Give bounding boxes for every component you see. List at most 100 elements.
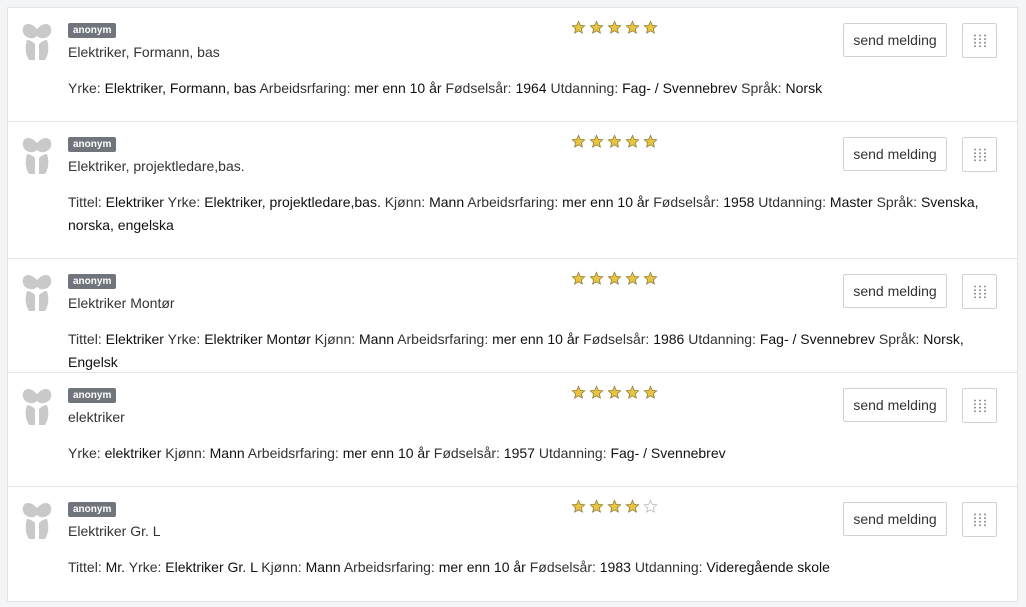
detail-value: Fag- / Svennebrev (610, 445, 726, 461)
candidate-headline[interactable]: elektriker (68, 409, 125, 425)
detail-label: Arbeidsrfaring: (467, 194, 559, 210)
detail-value: mer enn 10 år (342, 445, 430, 461)
detail-label: Utdanning: (634, 559, 703, 575)
star-rating (571, 385, 658, 400)
detail-label: Arbeidsrfaring: (259, 80, 351, 96)
detail-label: Språk: (741, 80, 782, 96)
detail-label: Fødselsår: (653, 194, 720, 210)
send-message-button[interactable]: send melding (843, 388, 947, 422)
detail-value: Fag- / Svennebrev (759, 331, 876, 347)
detail-value: elektriker (104, 445, 162, 461)
avatar-placeholder-icon (22, 273, 52, 313)
candidate-details: Yrke: Elektriker, Formann, bas Arbeidsrf… (68, 77, 1003, 100)
detail-value: Fag- / Svennebrev (622, 80, 738, 96)
star-filled-icon (625, 385, 640, 400)
detail-value: Elektriker Montør (204, 331, 311, 347)
send-message-button[interactable]: send melding (843, 502, 947, 536)
candidate-list: anonym Elektriker, Formann, bas send meldi… (7, 7, 1018, 602)
detail-label: Yrke: (128, 559, 162, 575)
detail-label: Fødselsår: (529, 559, 596, 575)
send-message-button[interactable]: send melding (843, 137, 947, 171)
detail-value: Elektriker, Formann, bas (104, 80, 257, 96)
detail-value: Mr. (105, 559, 126, 575)
detail-value: Elektriker Gr. L (165, 559, 258, 575)
star-filled-icon (625, 499, 640, 514)
star-filled-icon (643, 20, 658, 35)
anonymous-badge: anonym (68, 137, 117, 152)
detail-label: Tittel: (68, 194, 102, 210)
detail-value: mer enn 10 år (354, 80, 442, 96)
star-rating (571, 20, 658, 35)
detail-value: 1983 (599, 559, 631, 575)
more-options-button[interactable] (962, 388, 997, 423)
dots-grid-icon (973, 399, 987, 413)
detail-value: Elektriker, projektledare,bas. (204, 194, 381, 210)
star-filled-icon (607, 499, 622, 514)
detail-label: Fødselsår: (433, 445, 500, 461)
candidate-card: anonym elektriker send melding Yrke: elektr… (8, 373, 1017, 487)
dots-grid-icon (973, 148, 987, 162)
dots-grid-icon (973, 285, 987, 299)
candidate-headline[interactable]: Elektriker, projektledare,bas. (68, 158, 245, 174)
send-message-button[interactable]: send melding (843, 274, 947, 308)
star-filled-icon (607, 385, 622, 400)
detail-value: 1958 (723, 194, 755, 210)
detail-label: Tittel: (68, 331, 102, 347)
candidate-details: Yrke: elektriker Kjønn: Mann Arbeidsrfar… (68, 442, 1003, 465)
star-filled-icon (571, 20, 586, 35)
star-filled-icon (589, 271, 604, 286)
star-filled-icon (571, 271, 586, 286)
send-message-button[interactable]: send melding (843, 23, 947, 57)
avatar-placeholder-icon (22, 136, 52, 176)
detail-label: Språk: (878, 331, 920, 347)
more-options-button[interactable] (962, 23, 997, 58)
star-filled-icon (607, 20, 622, 35)
star-rating (571, 499, 658, 514)
star-filled-icon (589, 499, 604, 514)
star-filled-icon (607, 134, 622, 149)
detail-value: 1964 (515, 80, 547, 96)
detail-label: Språk: (876, 194, 918, 210)
star-filled-icon (571, 499, 586, 514)
star-filled-icon (625, 20, 640, 35)
candidate-details: Tittel: Elektriker Yrke: Elektriker, pro… (68, 191, 1003, 237)
dots-grid-icon (973, 34, 987, 48)
candidate-headline[interactable]: Elektriker Gr. L (68, 523, 161, 539)
detail-value: Norsk (785, 80, 823, 96)
avatar-placeholder-icon (22, 387, 52, 427)
star-filled-icon (643, 134, 658, 149)
candidate-card: anonym Elektriker Montør send melding Titte… (8, 259, 1017, 373)
anonymous-badge: anonym (68, 388, 117, 403)
star-rating (571, 134, 658, 149)
anonymous-badge: anonym (68, 502, 117, 517)
detail-label: Utdanning: (758, 194, 827, 210)
star-filled-icon (625, 271, 640, 286)
detail-label: Kjønn: (261, 559, 302, 575)
candidate-headline[interactable]: Elektriker Montør (68, 295, 175, 311)
detail-label: Arbeidsrfaring: (343, 559, 435, 575)
candidate-card: anonym Elektriker Gr. L send melding Tittel… (8, 487, 1017, 601)
detail-label: Yrke: (167, 194, 201, 210)
candidate-headline[interactable]: Elektriker, Formann, bas (68, 44, 220, 60)
detail-value: mer enn 10 år (562, 194, 650, 210)
star-filled-icon (589, 134, 604, 149)
candidate-details: Tittel: Elektriker Yrke: Elektriker Mont… (68, 328, 1003, 374)
avatar-placeholder-icon (22, 22, 52, 62)
more-options-button[interactable] (962, 502, 997, 537)
star-filled-icon (607, 271, 622, 286)
star-empty-icon (643, 499, 658, 514)
star-rating (571, 271, 658, 286)
more-options-button[interactable] (962, 274, 997, 309)
more-options-button[interactable] (962, 137, 997, 172)
detail-label: Kjønn: (314, 331, 356, 347)
anonymous-badge: anonym (68, 274, 117, 289)
detail-value: Mann (209, 445, 245, 461)
star-filled-icon (625, 134, 640, 149)
candidate-card: anonym Elektriker, projektledare,bas. send… (8, 122, 1017, 259)
star-filled-icon (589, 385, 604, 400)
detail-label: Kjønn: (165, 445, 206, 461)
detail-label: Arbeidsrfaring: (247, 445, 339, 461)
detail-label: Fødselsår: (445, 80, 512, 96)
detail-value: Master (829, 194, 873, 210)
detail-value: mer enn 10 år (492, 331, 580, 347)
